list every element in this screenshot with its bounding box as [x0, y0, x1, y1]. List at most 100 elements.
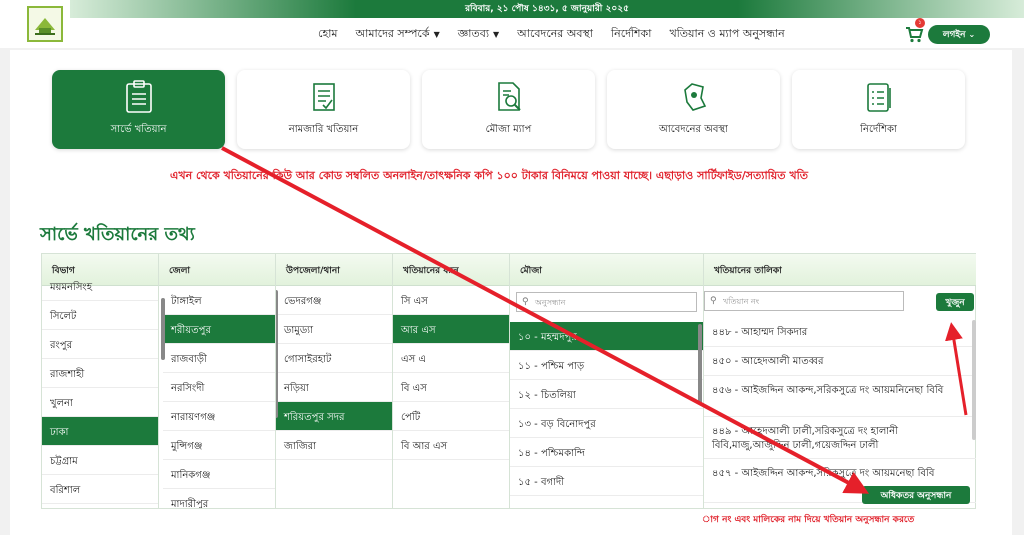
- division-column: বিভাগ ময়মনসিংহ সিলেট রংপুর রাজশাহী খুলন…: [42, 254, 159, 508]
- khatian-type-header: খতিয়ানের ধরন: [393, 254, 509, 286]
- list-item[interactable]: গোসাইরহাট: [276, 344, 392, 373]
- khatian-selector-grid: বিভাগ ময়মনসিংহ সিলেট রংপুর রাজশাহী খুলন…: [41, 253, 976, 509]
- card-label: মৌজা ম্যাপ: [485, 124, 532, 135]
- service-cards: সার্ভে খতিয়ান নামজারি খতিয়ান মৌজা ম্যা…: [52, 70, 965, 149]
- list-item[interactable]: ভেদরগঞ্জ: [276, 286, 392, 315]
- card-guidelines[interactable]: নির্দেশিকা: [792, 70, 965, 149]
- card-label: সার্ভে খতিয়ান: [110, 124, 167, 135]
- advanced-search-button[interactable]: অধিকতর অনুসন্ধান: [862, 486, 970, 504]
- khatian-type-column: খতিয়ানের ধরন সি এস আর এস এস এ বি এস পেট…: [393, 254, 510, 508]
- site-logo[interactable]: [27, 6, 63, 42]
- search-placeholder: খতিয়ান নং: [723, 297, 760, 306]
- card-mouza-map[interactable]: মৌজা ম্যাপ: [422, 70, 595, 149]
- nav-label: খতিয়ান ও ম্যাপ অনুসন্ধান: [669, 26, 785, 40]
- nav-label: আমাদের সম্পর্কে: [355, 26, 430, 40]
- card-application-status[interactable]: আবেদনের অবস্থা: [607, 70, 780, 149]
- card-label: নামজারি খতিয়ান: [288, 124, 359, 135]
- document-search-icon: [497, 82, 521, 111]
- search-icon: ⚲: [522, 297, 529, 307]
- list-item[interactable]: ১৫ - বগাদী: [510, 467, 703, 496]
- nav-home[interactable]: হোম: [318, 25, 338, 44]
- list-item[interactable]: ১৪ - পশ্চিমকান্দি: [510, 438, 703, 467]
- upazila-header: উপজেলা/থানা: [276, 254, 392, 286]
- date-band: রবিবার, ২১ পৌষ ১৪৩১, ৫ জানুয়ারী ২০২৫: [70, 0, 1024, 18]
- khatian-list-column: খতিয়ানের তালিকা ⚲ খতিয়ান নং খুজুন ৪৪৮ …: [704, 254, 976, 508]
- search-placeholder: অনুসন্ধান: [535, 298, 566, 307]
- search-button[interactable]: খুজুন: [936, 293, 974, 311]
- list-item[interactable]: ডামুড্যা: [276, 315, 392, 344]
- nav-about[interactable]: আমাদের সম্পর্কে ▼: [356, 25, 440, 44]
- list-item[interactable]: রংপুর: [42, 330, 158, 359]
- district-header: জেলা: [159, 254, 275, 286]
- list-item[interactable]: মুন্সিগঞ্জ: [163, 431, 275, 460]
- list-item[interactable]: নরসিংদী: [163, 373, 275, 402]
- nav-guidelines[interactable]: নির্দেশিকা: [611, 25, 651, 44]
- scroll-document-icon: [312, 83, 335, 111]
- caret-down-icon: ▼: [493, 29, 500, 39]
- search-icon: ⚲: [710, 296, 717, 306]
- mouza-column: মৌজা ⚲ অনুসন্ধান ১০ - মহম্মদপুর ১১ - পশ্…: [510, 254, 704, 508]
- list-item[interactable]: ১৩ - বড় বিনোদপুর: [510, 409, 703, 438]
- list-item[interactable]: চট্টগ্রাম: [42, 446, 158, 475]
- main-nav: হোম আমাদের সম্পর্কে ▼ জ্ঞাতব্য ▼ আবেদনের অ…: [318, 22, 785, 46]
- list-item-selected[interactable]: ১০ - মহম্মদপুর: [510, 322, 703, 351]
- upazila-column: উপজেলা/থানা ভেদরগঞ্জ ডামুড্যা গোসাইরহাট …: [276, 254, 393, 508]
- chevron-down-icon: ⌄: [968, 30, 976, 39]
- login-label: লগইন: [942, 30, 966, 40]
- khatian-number-input[interactable]: ⚲ খতিয়ান নং: [704, 291, 904, 311]
- nav-info[interactable]: জ্ঞাতব্য ▼: [458, 25, 499, 44]
- list-item[interactable]: সিলেট: [42, 301, 158, 330]
- scrollbar[interactable]: [972, 320, 976, 440]
- list-item[interactable]: ৪৪৯ - আহেদআলী ঢালী,সরিকসুত্রে দং হালানী …: [704, 417, 976, 459]
- list-item-selected[interactable]: ঢাকা: [42, 417, 158, 446]
- nav-label: জ্ঞাতব্য: [457, 26, 490, 40]
- list-item[interactable]: ৪৪৮ - আহাম্মদ সিকদার: [704, 318, 976, 347]
- list-item[interactable]: মানিকগঞ্জ: [163, 460, 275, 489]
- list-item[interactable]: এস এ: [393, 344, 509, 373]
- card-mutation-khatian[interactable]: নামজারি খতিয়ান: [237, 70, 410, 149]
- list-item-selected[interactable]: শরিয়তপুর সদর: [276, 402, 392, 431]
- list-item[interactable]: জাজিরা: [276, 431, 392, 460]
- cart-count-badge: ১: [915, 18, 925, 28]
- list-item[interactable]: সি এস: [393, 286, 509, 315]
- search-hint-text: াগ নং এবং মালিকের নাম দিয়ে খতিয়ান অনুস…: [702, 515, 915, 525]
- mouza-search-input[interactable]: ⚲ অনুসন্ধান: [516, 292, 697, 312]
- list-item-selected[interactable]: শরীয়তপুর: [163, 315, 275, 344]
- scrollbar[interactable]: [276, 290, 278, 418]
- nav-label: নির্দেশিকা: [610, 26, 652, 40]
- list-item[interactable]: ১১ - পশ্চিম পাড়: [510, 351, 703, 380]
- list-item[interactable]: নড়িয়া: [276, 373, 392, 402]
- list-item[interactable]: মাদারীপুর: [163, 489, 275, 508]
- checklist-icon: [866, 83, 891, 112]
- nav-label: হোম: [318, 26, 338, 40]
- list-item[interactable]: ৪৫০ - আহেদআলী মাতব্বর: [704, 347, 976, 376]
- scrollbar[interactable]: [161, 298, 165, 360]
- list-item[interactable]: রাজবাড়ী: [163, 344, 275, 373]
- list-item[interactable]: বরিশাল: [42, 475, 158, 504]
- list-item[interactable]: খুলনা: [42, 388, 158, 417]
- login-button[interactable]: লগইন ⌄: [928, 25, 990, 44]
- list-item-selected[interactable]: আর এস: [393, 315, 509, 344]
- mouza-header: মৌজা: [510, 254, 703, 286]
- list-item[interactable]: বি আর এস: [393, 431, 509, 460]
- card-label: আবেদনের অবস্থা: [659, 124, 728, 135]
- list-item[interactable]: ৪৫৬ - আইজদ্দিন আকন্দ,সরিকসুত্রে দং আয়মন…: [704, 376, 976, 417]
- logo-icon: [35, 18, 55, 35]
- section-title: সার্ভে খতিয়ানের তথ্য: [40, 224, 195, 245]
- scrollbar[interactable]: [698, 324, 702, 404]
- district-column: জেলা টাঙ্গাইল শরীয়তপুর রাজবাড়ী নরসিংদী…: [159, 254, 276, 508]
- khatian-list-header: খতিয়ানের তালিকা: [704, 254, 976, 286]
- nav-label: আবেদনের অবস্থা: [517, 26, 593, 40]
- list-item[interactable]: ১২ - চিতলিয়া: [510, 380, 703, 409]
- clipboard-list-icon: [125, 80, 152, 113]
- nav-application-status[interactable]: আবেদনের অবস্থা: [517, 25, 593, 44]
- list-item[interactable]: টাঙ্গাইল: [163, 286, 275, 315]
- list-item[interactable]: পেটি: [393, 402, 509, 431]
- map-pin-icon: [683, 83, 706, 111]
- card-survey-khatian[interactable]: সার্ভে খতিয়ান: [52, 70, 225, 149]
- list-item[interactable]: নারায়ণগঞ্জ: [163, 402, 275, 431]
- list-item[interactable]: রাজশাহী: [42, 359, 158, 388]
- notice-ticker: এখন থেকে খতিয়ানের কিউ আর কোড সম্বলিত অন…: [170, 169, 808, 182]
- list-item[interactable]: বি এস: [393, 373, 509, 402]
- nav-khatian-map-search[interactable]: খতিয়ান ও ম্যাপ অনুসন্ধান: [669, 25, 784, 44]
